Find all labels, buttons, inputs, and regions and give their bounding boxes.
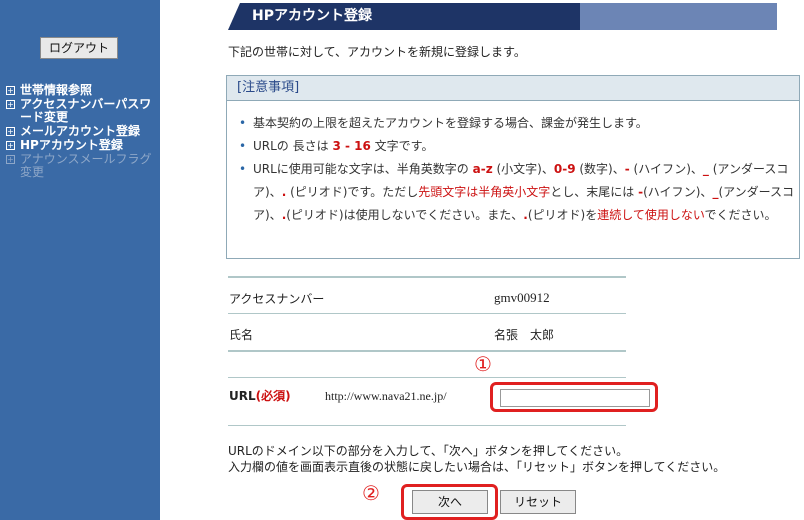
table-rule: [228, 276, 626, 278]
sidebar-item-label: メールアカウント登録: [20, 124, 141, 138]
sidebar-item-announce-flag: + アナウンスメールフラグ変更: [6, 153, 156, 179]
page-header-bar-accent: [580, 3, 777, 30]
logout-button[interactable]: ログアウト: [40, 37, 118, 59]
intro-text: 下記の世帯に対して、アカウントを新規に登録します。: [228, 45, 526, 59]
plus-box-icon: +: [6, 155, 15, 164]
page-title: HPアカウント登録: [252, 8, 372, 24]
notice-item: • URLに使用可能な文字は、半角英数字の a-z (小文字)、0-9 (数字)、…: [239, 158, 795, 227]
notice-item: • 基本契約の上限を超えたアカウントを登録する場合、課金が発生します。: [239, 112, 795, 135]
name-value: 名張 太郎: [494, 328, 555, 342]
notice-list: • 基本契約の上限を超えたアカウントを登録する場合、課金が発生します。 • URLの…: [239, 112, 795, 227]
url-prefix: http://www.nava21.ne.jp/: [325, 389, 447, 403]
bullet-icon: •: [239, 116, 247, 130]
table-rule: [228, 350, 626, 352]
access-number-label: アクセスナンバー: [229, 292, 325, 306]
plus-box-icon: +: [6, 141, 15, 150]
sidebar-item-label: 世帯情報参照: [20, 83, 93, 97]
sidebar-item-household-info[interactable]: + 世帯情報参照: [6, 84, 156, 97]
sidebar-item-label: HPアカウント登録: [20, 138, 123, 152]
sidebar-item-label: アクセスナンバーパスワード変更: [20, 97, 152, 124]
name-label: 氏名: [229, 328, 254, 342]
help-text: URLのドメイン以下の部分を入力して、「次へ」ボタンを押してください。 入力欄の…: [228, 444, 726, 474]
header-corner: [228, 3, 240, 30]
sidebar: ログアウト + 世帯情報参照 + アクセスナンバーパスワード変更 + メールアカ…: [0, 0, 160, 520]
url-label: URL(必須): [229, 389, 291, 403]
highlight-url-input: [490, 382, 658, 412]
notice-title: [注意事項]: [227, 76, 799, 101]
sidebar-item-label: アナウンスメールフラグ変更: [20, 152, 152, 179]
sidebar-item-hp-account[interactable]: + HPアカウント登録: [6, 139, 156, 152]
annotation-1: ①: [474, 352, 492, 376]
table-rule: [228, 313, 626, 314]
highlight-next-button: [401, 484, 498, 520]
notice-item: • URLの 長さは 3 - 16 文字です。: [239, 135, 795, 158]
table-rule: [228, 425, 626, 426]
table-rule: [228, 377, 626, 378]
bullet-icon: •: [239, 162, 247, 176]
plus-box-icon: +: [6, 127, 15, 136]
plus-box-icon: +: [6, 100, 15, 109]
plus-box-icon: +: [6, 86, 15, 95]
access-number-value: gmv00912: [494, 290, 550, 305]
notice-box: [注意事項] • 基本契約の上限を超えたアカウントを登録する場合、課金が発生します…: [226, 75, 800, 259]
sidebar-nav: + 世帯情報参照 + アクセスナンバーパスワード変更 + メールアカウント登録 …: [6, 84, 156, 180]
reset-button[interactable]: リセット: [500, 490, 576, 514]
bullet-icon: •: [239, 139, 247, 153]
sidebar-item-access-password[interactable]: + アクセスナンバーパスワード変更: [6, 98, 156, 124]
required-mark: (必須): [255, 389, 291, 403]
annotation-2: ②: [362, 481, 380, 505]
sidebar-item-mail-account[interactable]: + メールアカウント登録: [6, 125, 156, 138]
